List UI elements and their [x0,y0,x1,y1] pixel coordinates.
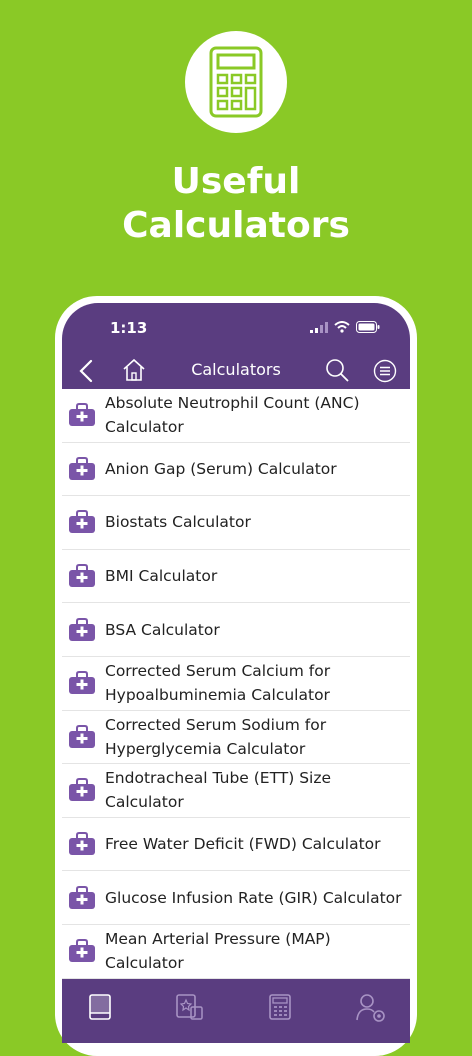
list-item[interactable]: Mean Arterial Pressure (MAP) Calculator [62,925,410,979]
nav-bar: Calculators [62,355,410,385]
bottom-tab-bar [62,979,410,1043]
calculator-icon [209,46,263,118]
headline-line-2: Calculators [122,205,350,246]
medical-bag-icon [69,778,95,802]
list-item-label: Corrected Serum Sodium for Hyperglycemia… [105,715,327,758]
list-item-label: BMI Calculator [105,567,218,586]
list-item[interactable]: Free Water Deficit (FWD) Calculator [62,818,410,872]
medical-bag-icon [69,832,95,856]
headline: Useful Calculators [0,160,472,248]
user-settings-icon[interactable] [355,993,387,1023]
list-item-label: Glucose Infusion Rate (GIR) Calculator [105,888,402,907]
battery-icon [356,321,380,333]
list-item[interactable]: Biostats Calculator [62,496,410,550]
search-icon[interactable] [324,357,350,383]
medical-bag-icon [69,564,95,588]
book-icon[interactable] [88,993,112,1021]
list-item-label: Mean Arterial Pressure (MAP) Calculator [105,930,331,973]
list-item[interactable]: Corrected Serum Calcium for Hypoalbumine… [62,657,410,711]
medical-bag-icon [69,724,95,748]
medical-bag-icon [69,939,95,963]
list-item-label: Free Water Deficit (FWD) Calculator [105,835,381,854]
medical-bag-icon [69,456,95,480]
status-time: 1:13 [110,319,148,337]
list-item[interactable]: Anion Gap (Serum) Calculator [62,443,410,497]
list-item-label: Biostats Calculator [105,513,251,532]
status-icons [310,321,380,333]
list-item[interactable]: Endotracheal Tube (ETT) Size Calculator [62,764,410,818]
list-item-label: Absolute Neutrophil Count (ANC) Calculat… [105,394,360,437]
app-header: 1:13 Calculators [62,303,410,389]
medical-bag-icon [69,617,95,641]
list-item[interactable]: Absolute Neutrophil Count (ANC) Calculat… [62,389,410,443]
medical-bag-icon [69,671,95,695]
list-item-label: Corrected Serum Calcium for Hypoalbumine… [105,662,331,705]
phone-screen: 1:13 Calculators Absolute Neutrophil Cou… [62,303,410,1043]
calculator-tab-icon[interactable] [268,993,292,1021]
medical-bag-icon [69,403,95,427]
list-item-label: Anion Gap (Serum) Calculator [105,459,337,478]
medical-bag-icon [69,510,95,534]
list-item[interactable]: Glucose Infusion Rate (GIR) Calculator [62,871,410,925]
page-title: Calculators [191,360,281,379]
headline-line-1: Useful [171,161,301,202]
list-item-label: BSA Calculator [105,620,220,639]
hero-calculator-badge [185,31,287,133]
bookmarks-icon[interactable] [174,993,204,1021]
calculator-list: Absolute Neutrophil Count (ANC) Calculat… [62,389,410,979]
menu-icon[interactable] [373,359,397,383]
signal-icon [310,321,328,333]
list-item[interactable]: BMI Calculator [62,550,410,604]
wifi-icon [334,321,350,333]
medical-bag-icon [69,885,95,909]
list-item[interactable]: BSA Calculator [62,603,410,657]
list-item[interactable]: Corrected Serum Sodium for Hyperglycemia… [62,711,410,765]
list-item-label: Endotracheal Tube (ETT) Size Calculator [105,769,332,812]
